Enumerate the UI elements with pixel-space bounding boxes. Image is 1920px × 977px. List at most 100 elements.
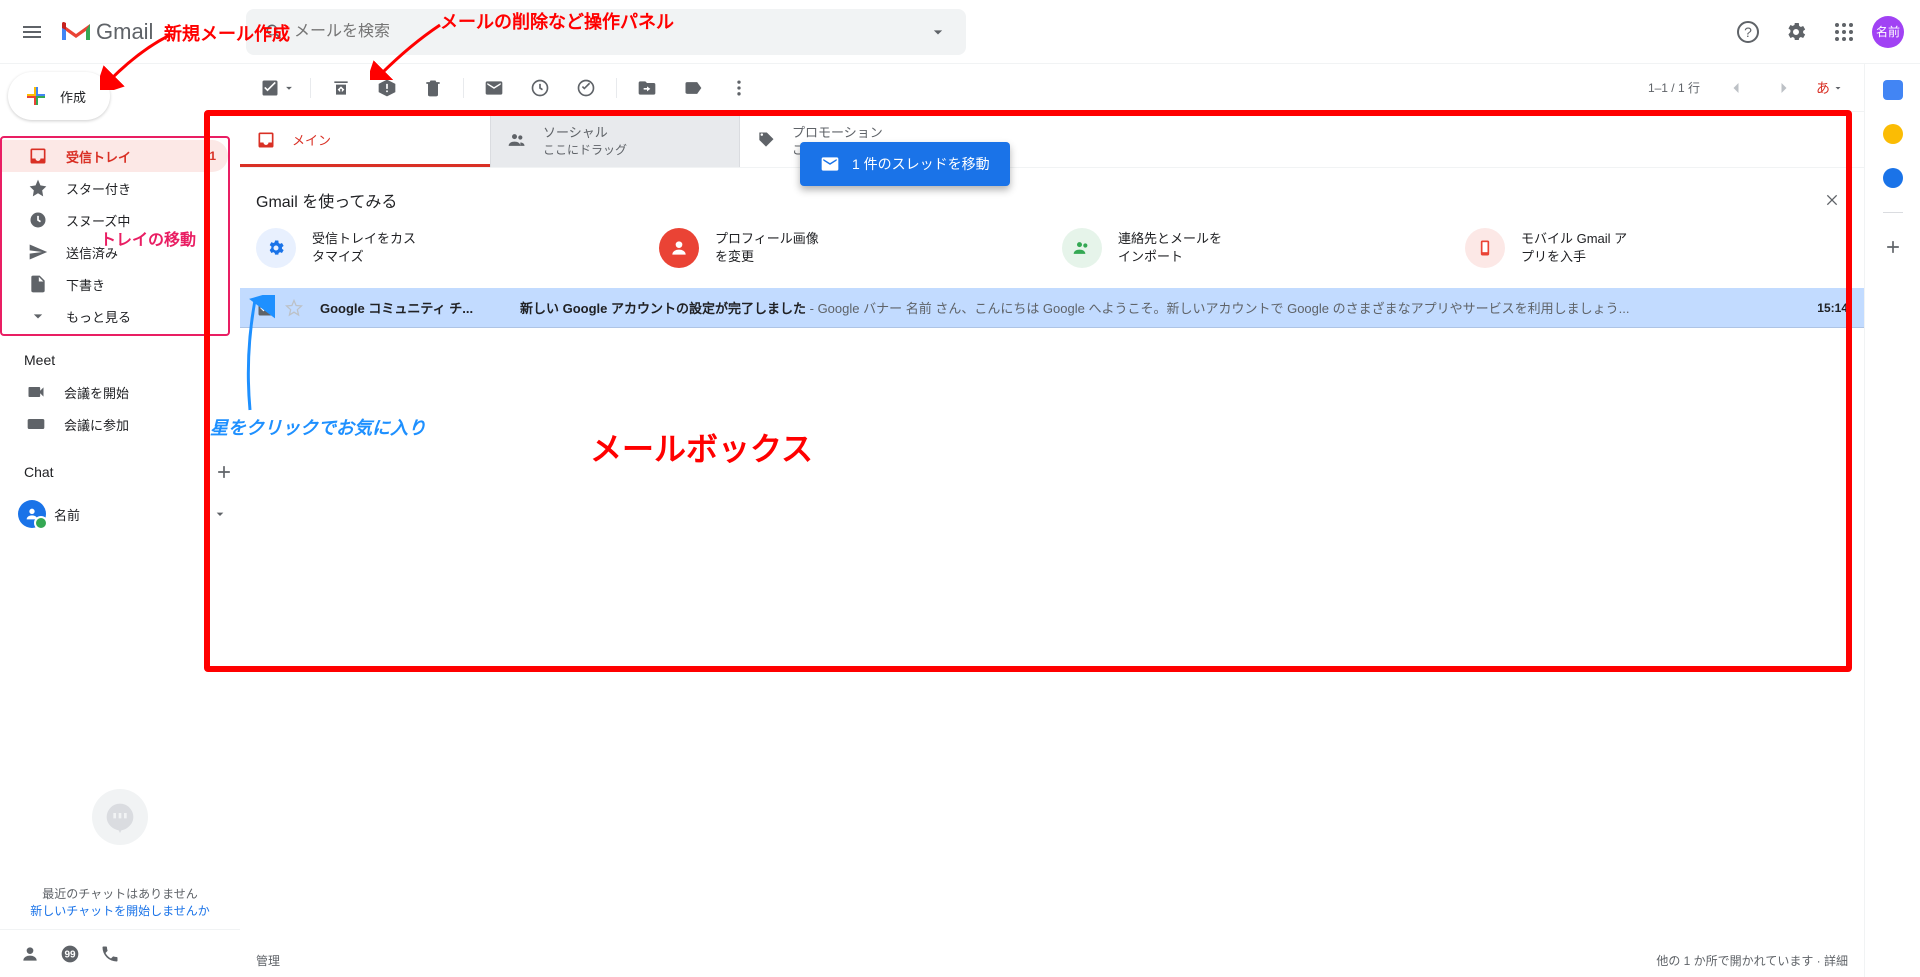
nav-sent[interactable]: 送信済み [2,236,228,268]
calendar-icon[interactable] [1883,80,1903,100]
next-page-icon[interactable] [1764,68,1804,108]
mark-unread-icon[interactable] [474,68,514,108]
archive-icon[interactable] [321,68,361,108]
gmail-logo-text: Gmail [96,19,153,45]
mail-checkbox[interactable] [256,298,276,318]
gs-card-profile[interactable]: プロフィール画像を変更 [659,228,1042,268]
hangouts-small-icon[interactable]: 99 [60,944,80,964]
chat-user-name: 名前 [54,505,204,524]
mail-sender: Google コミュニティ チ... [312,298,512,317]
prev-page-icon[interactable] [1716,68,1756,108]
menu-icon[interactable] [8,8,56,56]
gear-icon [256,228,296,268]
move-to-icon[interactable] [627,68,667,108]
star-icon [28,178,48,198]
footer-manage[interactable]: 管理 [256,952,280,969]
phone-icon [1465,228,1505,268]
search-icon[interactable] [254,12,294,52]
mail-icon [820,154,840,174]
svg-text:99: 99 [64,949,76,960]
nav-label: 下書き [66,275,105,294]
add-task-icon[interactable] [566,68,606,108]
input-method-indicator[interactable]: あ [1812,78,1848,98]
drag-badge-text: 1 件のスレッドを移動 [852,154,990,174]
spam-icon[interactable] [367,68,407,108]
gs-card-import[interactable]: 連絡先とメールをインポート [1062,228,1445,268]
close-icon[interactable] [1820,188,1844,212]
settings-icon[interactable] [1776,12,1816,52]
compose-label: 作成 [60,87,86,106]
keyboard-icon [26,414,46,434]
inbox-icon [256,130,276,150]
search-bar[interactable] [246,9,966,55]
nav-snoozed[interactable]: スヌーズ中 [2,204,228,236]
people-icon [507,130,527,150]
compose-button[interactable]: 作成 [8,72,110,120]
apps-icon[interactable] [1824,12,1864,52]
video-icon [26,382,46,402]
gs-title: Gmail を使ってみる [256,188,1848,212]
person-icon[interactable] [20,944,40,964]
select-all-checkbox[interactable] [256,78,300,98]
contacts-icon [1062,228,1102,268]
mail-row[interactable]: Google コミュニティ チ... 新しい Google アカウントの設定が完… [240,288,1864,328]
nav-more[interactable]: もっと見る [2,300,228,332]
tab-label: メイン [292,130,331,149]
chat-new-icon[interactable] [208,456,240,488]
meet-item-label: 会議を開始 [64,383,129,402]
no-chats-text: 最近のチャットはありません [10,885,230,902]
search-input[interactable] [294,23,918,41]
nav-count: 1 [209,149,216,163]
header: Gmail ? 名前 [0,0,1920,64]
mail-time: 15:14 [1805,301,1848,315]
more-icon[interactable] [719,68,759,108]
tab-label: ソーシャル [543,122,627,141]
delete-icon[interactable] [413,68,453,108]
drag-thread-badge: 1 件のスレッドを移動 [800,142,1010,186]
labels-icon[interactable] [673,68,713,108]
meet-section-title: Meet [0,336,240,376]
main-footer: 管理 他の 1 か所で開かれています · 詳細 [240,944,1864,977]
tab-social[interactable]: ソーシャル ここにドラッグ [490,112,740,167]
main: 1–1 / 1 行 あ メイン ソーシャル ここにドラッグ [240,64,1864,977]
gs-card-mobile[interactable]: モバイル Gmail アプリを入手 [1465,228,1848,268]
chat-avatar [18,500,46,528]
chat-user-row[interactable]: 名前 [0,496,240,532]
meet-start[interactable]: 会議を開始 [0,376,240,408]
phone-icon[interactable] [100,944,120,964]
tab-primary[interactable]: メイン [240,112,490,167]
gs-card-customize[interactable]: 受信トレイをカスタマイズ [256,228,639,268]
nav-label: 受信トレイ [66,147,131,166]
addons-plus-icon[interactable] [1883,237,1903,257]
account-avatar[interactable]: 名前 [1872,16,1904,48]
hangouts-icon [92,789,148,845]
snooze-icon[interactable] [520,68,560,108]
sidebar-bottom: 最近のチャットはありません 新しいチャットを開始しませんか [0,779,240,929]
chevron-down-icon[interactable] [212,506,228,522]
footer-activity[interactable]: 他の 1 か所で開かれています · 詳細 [1656,952,1848,969]
tab-sublabel: ここにドラッグ [543,141,627,158]
nav-inbox[interactable]: 受信トレイ 1 [2,140,228,172]
tasks-icon[interactable] [1883,168,1903,188]
star-icon[interactable] [284,298,304,318]
support-icon[interactable]: ? [1728,12,1768,52]
side-panel [1864,64,1920,977]
page-count: 1–1 / 1 行 [1640,79,1708,96]
meet-item-label: 会議に参加 [64,415,129,434]
nav-starred[interactable]: スター付き [2,172,228,204]
nav-drafts[interactable]: 下書き [2,268,228,300]
sidebar-footer: 99 [0,929,240,977]
gmail-logo: Gmail [56,19,236,45]
plus-icon [24,84,48,108]
gmail-m-icon [60,20,92,44]
sidebar-nav: 受信トレイ 1 スター付き スヌーズ中 送信済み 下書き もっと見る [0,136,230,336]
nav-label: スター付き [66,179,131,198]
send-icon [28,242,48,262]
nav-label: スヌーズ中 [66,211,130,230]
inbox-icon [28,146,48,166]
clock-icon [28,210,48,230]
keep-icon[interactable] [1883,124,1903,144]
search-options-icon[interactable] [918,12,958,52]
meet-join[interactable]: 会議に参加 [0,408,240,440]
new-chat-link[interactable]: 新しいチャットを開始しませんか [10,902,230,919]
